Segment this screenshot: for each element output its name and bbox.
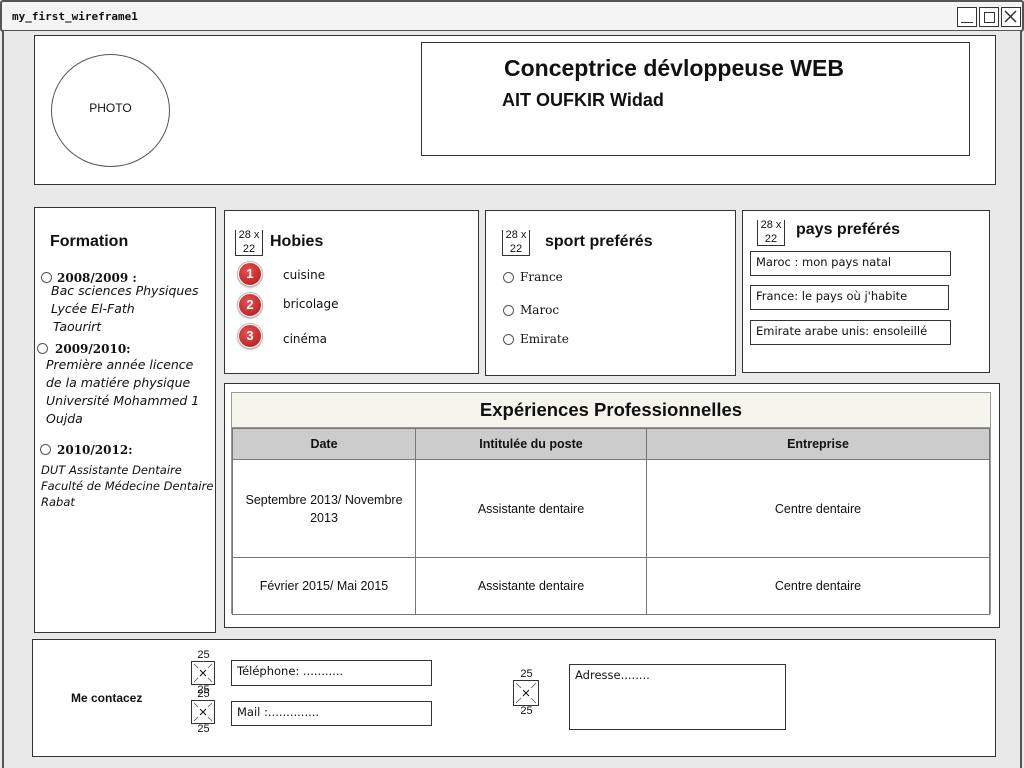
photo-label: PHOTO [89, 101, 132, 115]
sports-title: sport preférés [545, 233, 653, 250]
title-box: Conceptrice dévloppeuse WEB AIT OUFKIR W… [421, 42, 970, 156]
phone-icon: 25 25 [191, 650, 216, 696]
table-cell: Février 2015/ Mai 2015 [232, 557, 416, 615]
sport-radio-emirate[interactable] [503, 334, 514, 345]
contact-label: Me contacez [71, 691, 143, 705]
mail-icon: 25 25 [191, 689, 216, 739]
country-field-2[interactable]: France: le pays où j'habite [750, 285, 949, 310]
formation-radio-3[interactable] [40, 444, 51, 455]
formation-radio-2[interactable] [37, 343, 48, 354]
number-3-icon: 3 [237, 323, 263, 349]
country-field-3[interactable]: Emirate arabe unis: ensoleillé [750, 320, 951, 345]
hobby-2: bricolage [283, 297, 339, 311]
window-title: my_first_wireframe1 [12, 10, 138, 23]
image-icon: 28 x 22 [235, 230, 263, 256]
column-header-date: Date [232, 428, 416, 460]
maximize-button[interactable] [979, 7, 999, 27]
person-name: AIT OUFKIR Widad [502, 90, 664, 110]
table-row: Février 2015/ Mai 2015 Assistante dentai… [232, 557, 990, 615]
address-icon: 25 25 [513, 669, 540, 719]
number-1-icon: 1 [237, 261, 263, 287]
close-icon [1004, 10, 1017, 23]
hobby-1: cuisine [283, 268, 326, 282]
countries-title: pays preférés [796, 221, 901, 238]
formation-year-3: 2010/2012: [57, 443, 133, 457]
hobbies-panel: 28 x 22 Hobies 1 cuisine 2 bricolage 3 c… [224, 210, 479, 374]
phone-field[interactable]: Téléphone: ........... [231, 660, 432, 686]
window-titlebar: my_first_wireframe1 [0, 0, 1024, 32]
sport-radio-maroc[interactable] [503, 305, 514, 316]
close-button[interactable] [1001, 7, 1021, 27]
sport-label-maroc: Maroc [520, 303, 560, 317]
experience-table: Date Intitulée du poste Entreprise Septe… [232, 428, 990, 615]
experience-table-wrapper: Expériences Professionnelles Date Intitu… [231, 392, 991, 615]
countries-panel: 28 x 22 pays preférés Maroc : mon pays n… [742, 210, 990, 373]
formation-text-2: Première année licence de la matiére phy… [46, 357, 200, 426]
image-icon: 28 x 22 [757, 220, 785, 246]
column-header-poste: Intitulée du poste [415, 428, 647, 460]
table-cell: Centre dentaire [646, 557, 990, 615]
contact-panel: Me contacez 25 25 25 25 Téléphone: .....… [32, 639, 996, 757]
address-field[interactable]: Adresse........ [569, 664, 786, 730]
sport-label-france: France [520, 270, 563, 284]
formation-title: Formation [50, 233, 129, 250]
sports-panel: 28 x 22 sport preférés France Maroc Emir… [485, 210, 736, 376]
job-title: Conceptrice dévloppeuse WEB [504, 55, 844, 81]
formation-panel: Formation 2008/2009 : Bac sciences Physi… [34, 207, 216, 633]
table-cell: Centre dentaire [646, 459, 990, 558]
image-icon: 28 x 22 [502, 230, 530, 256]
formation-text-3: DUT Assistante Dentaire Faculté de Médec… [41, 463, 214, 509]
sport-radio-france[interactable] [503, 272, 514, 283]
sport-label-emirate: Emirate [520, 332, 569, 346]
experience-panel: Expériences Professionnelles Date Intitu… [224, 383, 1000, 628]
table-cell: Assistante dentaire [415, 557, 647, 615]
header-panel: PHOTO Conceptrice dévloppeuse WEB AIT OU… [34, 35, 996, 185]
table-cell: Assistante dentaire [415, 459, 647, 558]
table-cell: Septembre 2013/ Novembre 2013 [232, 459, 416, 558]
formation-year-2: 2009/2010: [55, 342, 131, 356]
country-field-1[interactable]: Maroc : mon pays natal [750, 251, 951, 276]
number-2-icon: 2 [237, 292, 263, 318]
table-row: Septembre 2013/ Novembre 2013 Assistante… [232, 459, 990, 558]
hobbies-title: Hobies [270, 233, 324, 250]
column-header-entreprise: Entreprise [646, 428, 990, 460]
experience-title: Expériences Professionnelles [232, 393, 990, 428]
minimize-button[interactable] [957, 7, 977, 27]
photo-placeholder: PHOTO [51, 54, 170, 167]
formation-text-1: Bac sciences Physiques Lycée El-Fath Tao… [51, 283, 199, 334]
mail-field[interactable]: Mail :.............. [231, 701, 432, 726]
hobby-3: cinéma [283, 332, 327, 346]
